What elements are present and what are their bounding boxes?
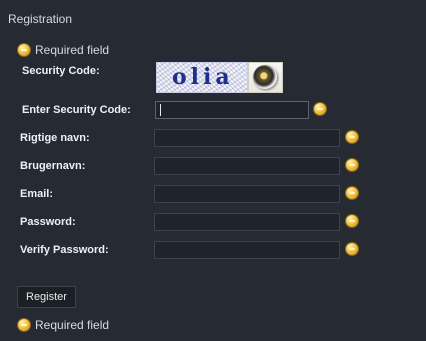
captcha-code-text: olia bbox=[172, 64, 234, 90]
email-label: Email: bbox=[20, 188, 54, 200]
required-marker-icon bbox=[346, 215, 358, 227]
password-label: Password: bbox=[20, 216, 76, 228]
required-marker-icon bbox=[18, 319, 30, 331]
required-field-text: Required field bbox=[35, 318, 110, 332]
captcha-audio-button[interactable] bbox=[248, 62, 283, 93]
security-code-input[interactable] bbox=[155, 101, 309, 119]
page-title: Registration bbox=[8, 12, 73, 26]
register-button[interactable]: Register bbox=[17, 286, 76, 308]
required-marker-icon bbox=[346, 243, 358, 255]
verify-password-input[interactable] bbox=[154, 241, 340, 259]
required-marker-icon bbox=[346, 187, 358, 199]
required-field-text: Required field bbox=[35, 43, 110, 57]
password-input[interactable] bbox=[154, 213, 340, 231]
enter-security-code-label: Enter Security Code: bbox=[22, 104, 131, 116]
real-name-input[interactable] bbox=[154, 129, 340, 147]
speaker-icon bbox=[253, 65, 277, 89]
captcha-image: olia bbox=[156, 62, 248, 93]
real-name-label: Rigtige navn: bbox=[20, 132, 90, 144]
security-code-label: Security Code: bbox=[22, 65, 100, 77]
required-marker-icon bbox=[346, 131, 358, 143]
username-label: Brugernavn: bbox=[20, 160, 86, 172]
required-field-legend-bottom: Required field bbox=[18, 318, 109, 332]
username-input[interactable] bbox=[154, 157, 340, 175]
email-input[interactable] bbox=[154, 185, 340, 203]
verify-password-label: Verify Password: bbox=[20, 244, 109, 256]
required-marker-icon bbox=[346, 159, 358, 171]
required-marker-icon bbox=[18, 44, 30, 56]
required-field-legend-top: Required field bbox=[18, 43, 109, 57]
text-caret bbox=[160, 104, 161, 116]
required-marker-icon bbox=[314, 103, 326, 115]
